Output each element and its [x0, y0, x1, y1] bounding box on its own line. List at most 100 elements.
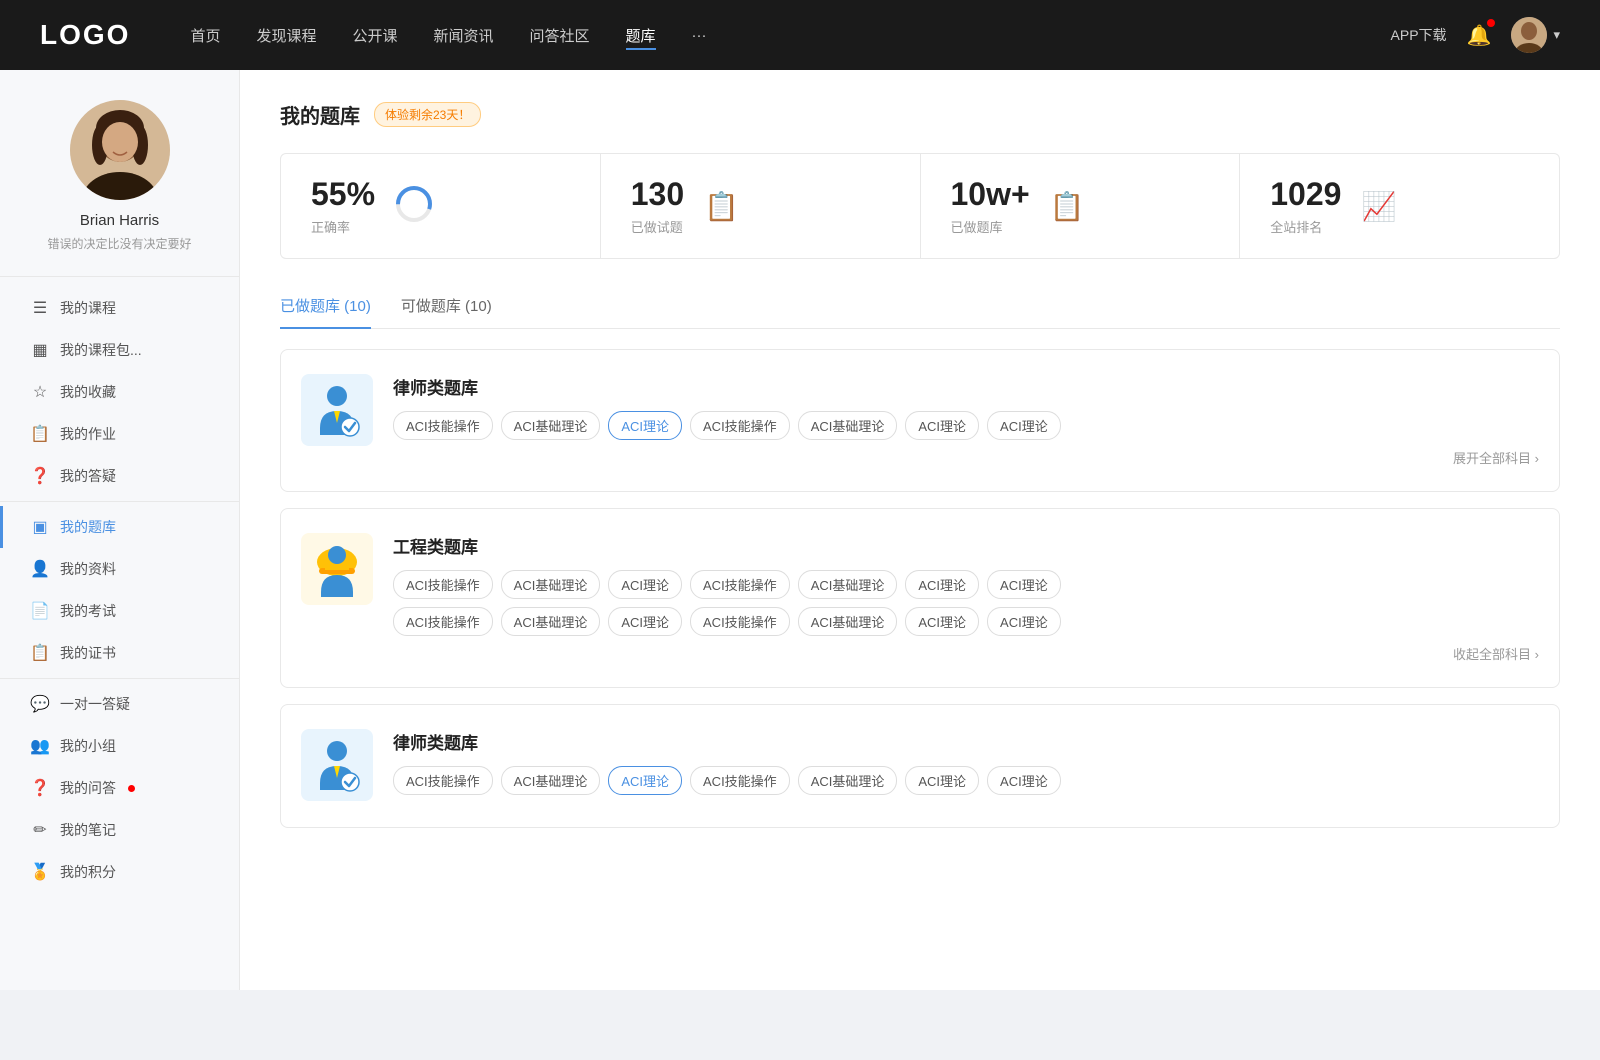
page-title: 我的题库 [280, 100, 360, 129]
sidebar-item-courses[interactable]: ☰ 我的课程 [0, 287, 239, 329]
package-icon: ▦ [30, 340, 50, 360]
sidebar-item-my-qa[interactable]: ❓ 我的问答 [0, 767, 239, 809]
tags-lawyer-2: ACI技能操作 ACI基础理论 ACI理论 ACI技能操作 ACI基础理论 AC… [393, 766, 1539, 795]
user-motto: 错误的决定比没有决定要好 [20, 235, 219, 252]
user-avatar-large [70, 100, 170, 200]
tab-done[interactable]: 已做题库 (10) [280, 287, 371, 328]
tag[interactable]: ACI技能操作 [393, 570, 493, 599]
tag[interactable]: ACI理论 [608, 570, 682, 599]
tag[interactable]: ACI基础理论 [798, 766, 898, 795]
tag[interactable]: ACI基础理论 [798, 411, 898, 440]
nav-news[interactable]: 新闻资讯 [434, 21, 494, 50]
sidebar-item-profile[interactable]: 👤 我的资料 [0, 548, 239, 590]
sidebar-menu: ☰ 我的课程 ▦ 我的课程包... ☆ 我的收藏 📋 我的作业 ❓ 我的答疑 ▣ [0, 287, 239, 893]
sidebar-item-label: 我的证书 [60, 643, 116, 663]
tag[interactable]: ACI理论 [987, 570, 1061, 599]
nav-open-course[interactable]: 公开课 [352, 21, 397, 50]
page-header: 我的题库 体验剩余23天！ [280, 100, 1560, 129]
trial-badge: 体验剩余23天！ [374, 102, 481, 127]
collapse-link-engineer[interactable]: 收起全部科目 › [393, 644, 1539, 663]
sidebar-item-1on1[interactable]: 💬 一对一答疑 [0, 683, 239, 725]
tag[interactable]: ACI基础理论 [501, 607, 601, 636]
points-icon: 🏅 [30, 862, 50, 882]
sidebar-item-label: 我的资料 [60, 559, 116, 579]
sidebar-item-favorites[interactable]: ☆ 我的收藏 [0, 371, 239, 413]
tag-selected[interactable]: ACI理论 [608, 411, 682, 440]
tag[interactable]: ACI技能操作 [690, 607, 790, 636]
sidebar-item-label: 我的课程 [60, 298, 116, 318]
sidebar: Brian Harris 错误的决定比没有决定要好 ☰ 我的课程 ▦ 我的课程包… [0, 70, 240, 990]
tag[interactable]: ACI理论 [987, 607, 1061, 636]
qbank-card-engineer: 工程类题库 ACI技能操作 ACI基础理论 ACI理论 ACI技能操作 ACI基… [280, 508, 1560, 688]
sidebar-item-points[interactable]: 🏅 我的积分 [0, 851, 239, 893]
tag[interactable]: ACI理论 [905, 411, 979, 440]
header-right: APP下载 🔔 ▾ [1391, 17, 1560, 53]
qbank-icon: ▣ [30, 517, 50, 537]
tag[interactable]: ACI基础理论 [501, 766, 601, 795]
tag[interactable]: ACI理论 [905, 607, 979, 636]
tag-selected[interactable]: ACI理论 [608, 766, 682, 795]
sidebar-item-label: 我的问答 [60, 778, 116, 798]
tag[interactable]: ACI理论 [608, 607, 682, 636]
tags-engineer-row1: ACI技能操作 ACI基础理论 ACI理论 ACI技能操作 ACI基础理论 AC… [393, 570, 1539, 599]
tag[interactable]: ACI理论 [987, 766, 1061, 795]
sidebar-item-group[interactable]: 👥 我的小组 [0, 725, 239, 767]
homework-icon: 📋 [30, 424, 50, 444]
qbank-title-engineer: 工程类题库 [393, 533, 1539, 558]
sidebar-item-qa[interactable]: ❓ 我的答疑 [0, 455, 239, 497]
expand-link-lawyer-1[interactable]: 展开全部科目 › [393, 448, 1539, 467]
notes-icon: ✏ [30, 820, 50, 840]
sidebar-item-certificate[interactable]: 📋 我的证书 [0, 632, 239, 674]
accuracy-icon [395, 185, 433, 228]
tag[interactable]: ACI基础理论 [798, 607, 898, 636]
tag[interactable]: ACI基础理论 [501, 570, 601, 599]
nav-qa[interactable]: 问答社区 [530, 21, 590, 50]
tag[interactable]: ACI理论 [905, 570, 979, 599]
chevron-down-icon: ▾ [1553, 27, 1560, 43]
tag[interactable]: ACI技能操作 [690, 570, 790, 599]
star-icon: ☆ [30, 382, 50, 402]
sidebar-item-exam[interactable]: 📄 我的考试 [0, 590, 239, 632]
sidebar-item-label: 我的积分 [60, 862, 116, 882]
tag[interactable]: ACI技能操作 [690, 411, 790, 440]
sidebar-item-qbank[interactable]: ▣ 我的题库 [0, 506, 239, 548]
chat-icon: 💬 [30, 694, 50, 714]
qbank-card-lawyer-1: 律师类题库 ACI技能操作 ACI基础理论 ACI理论 ACI技能操作 ACI基… [280, 349, 1560, 492]
sidebar-item-label: 我的收藏 [60, 382, 116, 402]
unread-dot [128, 785, 135, 792]
tag[interactable]: ACI技能操作 [393, 766, 493, 795]
qbank-title-lawyer-1: 律师类题库 [393, 374, 1539, 399]
tag[interactable]: ACI基础理论 [501, 411, 601, 440]
tag[interactable]: ACI基础理论 [798, 570, 898, 599]
sidebar-item-notes[interactable]: ✏ 我的笔记 [0, 809, 239, 851]
sidebar-item-label: 我的考试 [60, 601, 116, 621]
qa-icon: ❓ [30, 466, 50, 486]
sidebar-item-label: 我的作业 [60, 424, 116, 444]
qbank-icon-lawyer-1 [301, 374, 373, 446]
qbank-body-lawyer-2: 律师类题库 ACI技能操作 ACI基础理论 ACI理论 ACI技能操作 ACI基… [393, 729, 1539, 803]
user-avatar-menu[interactable]: ▾ [1511, 17, 1560, 53]
sidebar-item-homework[interactable]: 📋 我的作业 [0, 413, 239, 455]
user-name: Brian Harris [20, 212, 219, 229]
tag[interactable]: ACI技能操作 [393, 411, 493, 440]
qbank-icon-engineer [301, 533, 373, 605]
tag[interactable]: ACI理论 [987, 411, 1061, 440]
header: LOGO 首页 发现课程 公开课 新闻资讯 问答社区 题库 ··· APP下载 … [0, 0, 1600, 70]
tab-available[interactable]: 可做题库 (10) [401, 287, 492, 328]
tag[interactable]: ACI技能操作 [690, 766, 790, 795]
sidebar-item-course-package[interactable]: ▦ 我的课程包... [0, 329, 239, 371]
nav-qbank[interactable]: 题库 [626, 21, 656, 50]
main-content: 我的题库 体验剩余23天！ 55% 正确率 130 [240, 70, 1600, 990]
nav-discover[interactable]: 发现课程 [256, 21, 316, 50]
main-nav: 首页 发现课程 公开课 新闻资讯 问答社区 题库 ··· [190, 21, 1390, 50]
tag[interactable]: ACI理论 [905, 766, 979, 795]
qbank-body-lawyer-1: 律师类题库 ACI技能操作 ACI基础理论 ACI理论 ACI技能操作 ACI基… [393, 374, 1539, 467]
cert-icon: 📋 [30, 643, 50, 663]
tag[interactable]: ACI技能操作 [393, 607, 493, 636]
notification-bell[interactable]: 🔔 [1467, 23, 1492, 48]
app-download-link[interactable]: APP下载 [1391, 25, 1447, 45]
notification-badge [1487, 19, 1495, 27]
sidebar-item-label: 我的小组 [60, 736, 116, 756]
nav-more[interactable]: ··· [692, 23, 707, 48]
nav-home[interactable]: 首页 [190, 21, 220, 50]
